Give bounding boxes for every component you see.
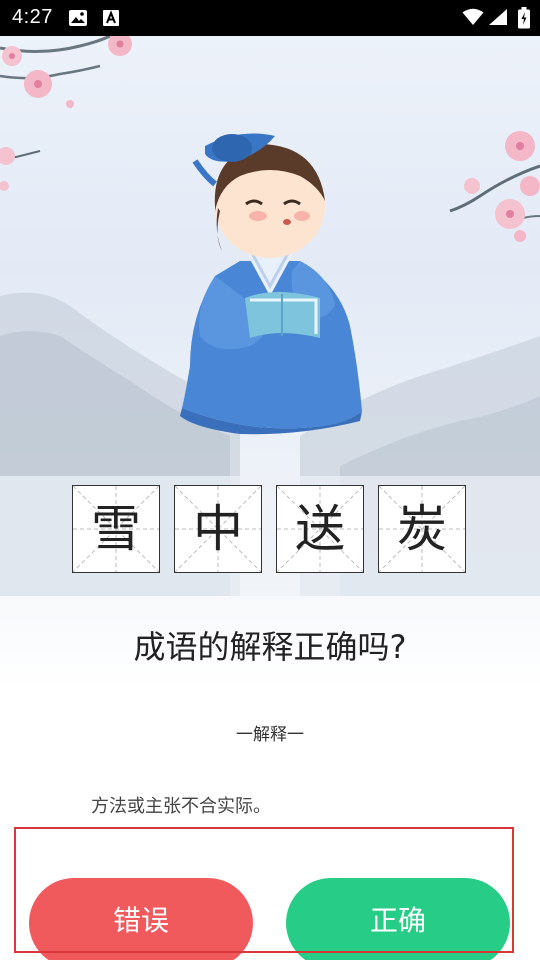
wifi-icon: [462, 8, 484, 25]
quiz-screen: 4:27 雪 中 送 炭 成语的解释正确吗? 一解释一 方法或主张不合实际。 错…: [0, 0, 540, 960]
idiom-char-box: 炭: [378, 485, 466, 573]
battery-icon: [518, 7, 530, 29]
idiom-char-box: 送: [276, 485, 364, 573]
explanation-label: 一解释一: [236, 725, 304, 745]
status-bar: 4:27: [0, 0, 540, 36]
status-time: 4:27: [12, 6, 53, 28]
idiom-char-box: 雪: [72, 485, 160, 573]
scholar-character: [180, 133, 362, 435]
question-text: 成语的解释正确吗?: [133, 628, 407, 666]
plum-blossom-right: [449, 131, 540, 242]
idiom-char: 送: [295, 500, 345, 558]
idiom-char: 中: [193, 500, 243, 558]
book: [245, 292, 320, 338]
image-icon: [69, 10, 87, 26]
explanation-text: 方法或主张不合实际。: [91, 796, 271, 817]
plum-blossom-left: [0, 36, 132, 191]
idiom-char-box: 中: [174, 485, 262, 573]
idiom-char: 炭: [397, 500, 447, 558]
idiom-char: 雪: [91, 500, 141, 558]
signal-icon: [489, 9, 507, 25]
highlight-box: [14, 827, 514, 953]
font-a-icon: [103, 10, 119, 26]
